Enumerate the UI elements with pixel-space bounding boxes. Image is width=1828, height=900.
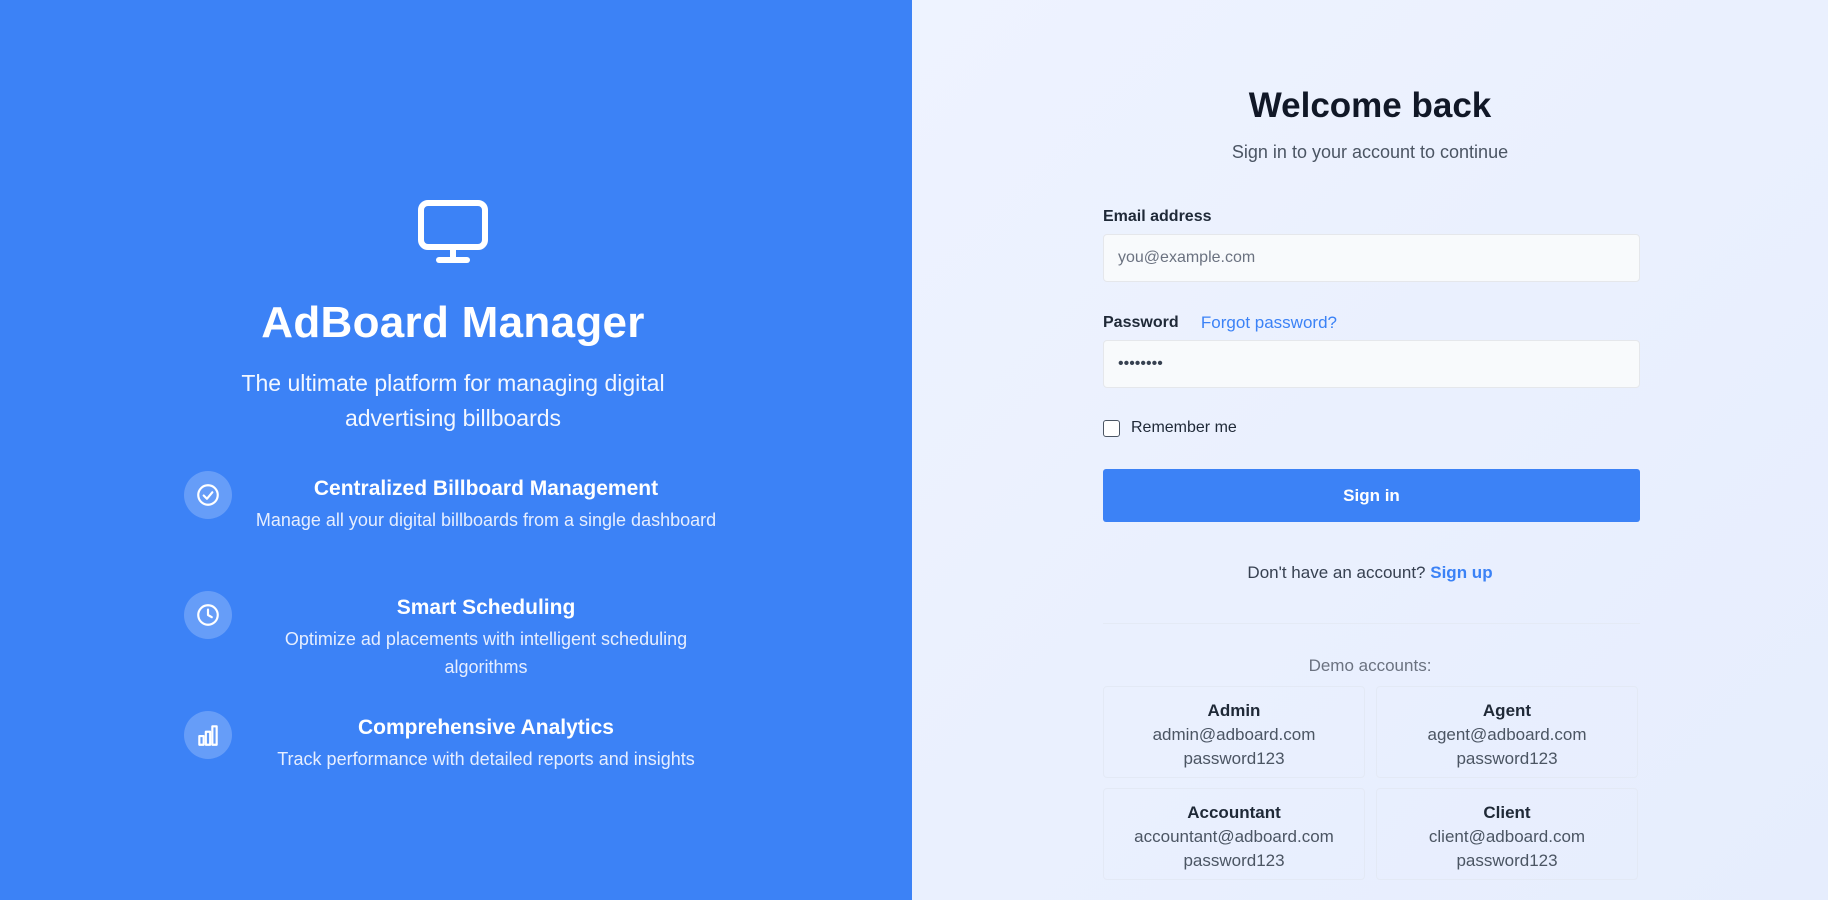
remember-me-checkbox[interactable] <box>1103 420 1120 437</box>
demo-account-email: admin@adboard.com <box>1152 725 1316 744</box>
password-label: Password <box>1103 314 1179 331</box>
login-panel: Welcome back Sign in to your account to … <box>912 0 1828 900</box>
login-title: Welcome back <box>1248 86 1492 125</box>
brand-tagline: The ultimate platform for managing digit… <box>241 370 665 431</box>
feature-title: Comprehensive Analytics <box>358 716 614 739</box>
feature-description: Manage all your digital billboards from … <box>255 510 717 530</box>
demo-account-role: Agent <box>1482 701 1532 720</box>
signup-row: Don't have an account? Sign up <box>912 563 1828 583</box>
brand-panel: AdBoard Manager The ultimate platform fo… <box>0 0 912 900</box>
forgot-password-link[interactable]: Forgot password? <box>1201 313 1337 333</box>
feature-description: Optimize ad placements with intelligent … <box>284 629 688 677</box>
demo-account-card[interactable]: Client client@adboard.com password123 <box>1376 788 1638 880</box>
demo-account-email: accountant@adboard.com <box>1134 827 1334 846</box>
demo-account-card[interactable]: Accountant accountant@adboard.com passwo… <box>1103 788 1365 880</box>
feature-icon-badge <box>184 471 232 519</box>
demo-account-email: agent@adboard.com <box>1427 725 1587 744</box>
brand-name: AdBoard Manager <box>261 298 645 347</box>
demo-accounts-title: Demo accounts: <box>1308 656 1432 675</box>
demo-account-password: password123 <box>1456 851 1558 870</box>
monitor-icon <box>418 200 488 263</box>
feature-description: Track performance with detailed reports … <box>277 749 695 769</box>
sign-in-button[interactable]: Sign in <box>1103 469 1640 522</box>
demo-account-password: password123 <box>1183 749 1285 768</box>
demo-account-role: Accountant <box>1187 803 1281 822</box>
demo-account-role: Admin <box>1207 701 1261 720</box>
feature-icon-badge <box>184 711 232 759</box>
divider <box>1103 623 1640 624</box>
clock-icon <box>197 604 219 626</box>
demo-account-password: password123 <box>1456 749 1558 768</box>
check-circle-icon <box>197 484 219 506</box>
login-subtitle: Sign in to your account to continue <box>1231 142 1509 162</box>
bar-chart-icon <box>198 725 218 746</box>
demo-account-email: client@adboard.com <box>1428 827 1586 846</box>
feature-icon-badge <box>184 591 232 639</box>
demo-account-role: Client <box>1483 803 1531 822</box>
demo-account-card[interactable]: Admin admin@adboard.com password123 <box>1103 686 1365 778</box>
demo-account-card[interactable]: Agent agent@adboard.com password123 <box>1376 686 1638 778</box>
feature-title: Centralized Billboard Management <box>313 477 659 500</box>
email-field[interactable] <box>1103 234 1640 282</box>
demo-account-password: password123 <box>1183 851 1285 870</box>
signup-prompt: Don't have an account? <box>1247 563 1426 582</box>
feature-title: Smart Scheduling <box>396 596 576 619</box>
remember-me-label: Remember me <box>1131 419 1237 436</box>
sign-up-link[interactable]: Sign up <box>1430 563 1492 582</box>
password-field[interactable] <box>1103 340 1640 388</box>
email-label: Email address <box>1103 208 1212 225</box>
